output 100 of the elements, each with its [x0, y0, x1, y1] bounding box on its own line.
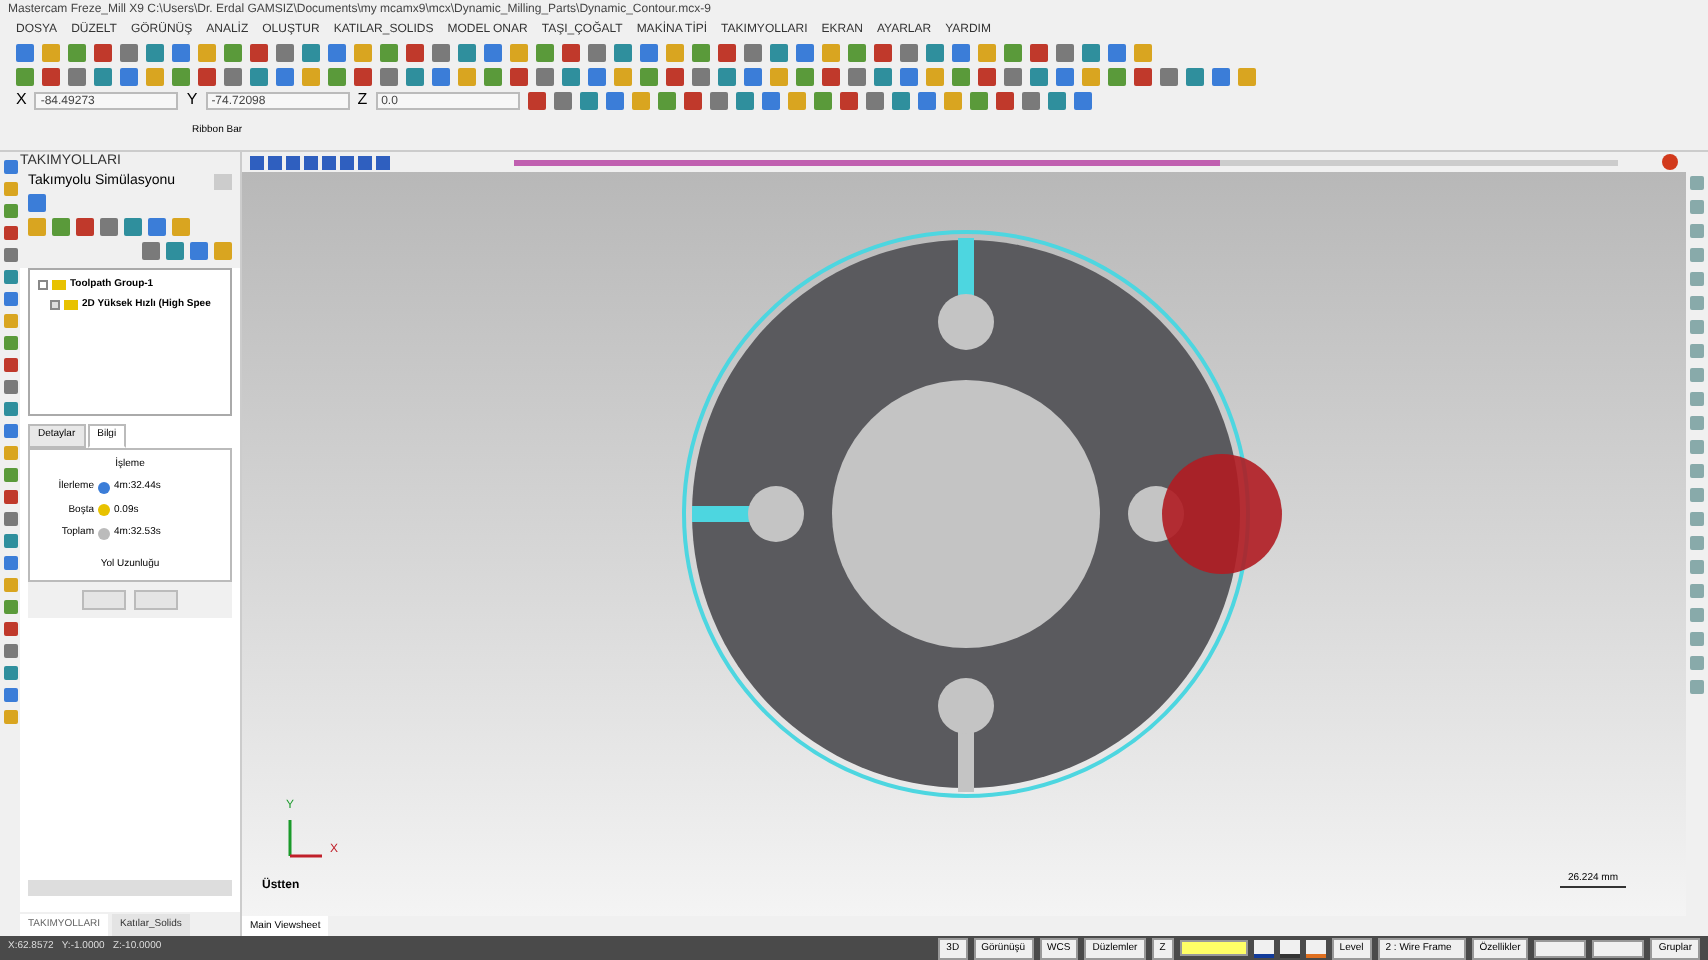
playback-track[interactable]	[514, 159, 1618, 165]
toolbar-square-icon[interactable]	[718, 43, 736, 61]
toolbar-square-icon[interactable]	[744, 67, 762, 85]
toolbar-square-icon[interactable]	[839, 91, 858, 109]
expand-toggle[interactable]	[38, 280, 48, 291]
toolbar-square-icon[interactable]	[146, 67, 164, 85]
toolbar-square-icon[interactable]	[1056, 43, 1074, 61]
point-style-icon[interactable]	[1253, 939, 1274, 957]
toolbar-square-icon[interactable]	[926, 67, 944, 85]
toolbar-square-icon[interactable]	[328, 67, 346, 85]
toolbar-square-icon[interactable]	[631, 91, 650, 109]
toolbar-square-icon[interactable]	[796, 67, 814, 85]
toolbar-square-icon[interactable]	[120, 67, 138, 85]
toolbar-square-icon[interactable]	[1108, 43, 1126, 61]
toolbar-square-icon[interactable]	[614, 43, 632, 61]
toolbar-square-icon[interactable]	[16, 67, 34, 85]
toolbar-square-icon[interactable]	[68, 67, 86, 85]
fill-style-icon[interactable]	[1305, 939, 1326, 957]
toolbar-square-icon[interactable]	[328, 43, 346, 61]
toolbar-square-icon[interactable]	[952, 67, 970, 85]
toolbar-square-icon[interactable]	[1073, 91, 1092, 109]
toolbar-square-icon[interactable]	[562, 43, 580, 61]
toolbar-square-icon[interactable]	[510, 67, 528, 85]
toolbar-square-icon[interactable]	[744, 43, 762, 61]
toolbar-square-icon[interactable]	[813, 91, 832, 109]
toolbar-square-icon[interactable]	[1030, 67, 1048, 85]
toolbar-square-icon[interactable]	[926, 43, 944, 61]
toolbar-square-icon[interactable]	[735, 91, 754, 109]
toolbar-square-icon[interactable]	[120, 43, 138, 61]
toolbar-square-icon[interactable]	[553, 91, 572, 109]
stop-icon[interactable]	[1662, 154, 1678, 170]
toolbar-square-icon[interactable]	[1030, 43, 1048, 61]
toolbar-square-icon[interactable]	[692, 67, 710, 85]
toolbar-square-icon[interactable]	[666, 67, 684, 85]
toolbar-square-icon[interactable]	[458, 67, 476, 85]
toolbar-square-icon[interactable]	[1082, 67, 1100, 85]
toolbar-square-icon[interactable]	[380, 67, 398, 85]
toolbar-square-icon[interactable]	[250, 67, 268, 85]
toolbar-square-icon[interactable]	[865, 91, 884, 109]
toolbar-square-icon[interactable]	[406, 43, 424, 61]
expand-toggle[interactable]	[50, 299, 60, 310]
line-type-dropdown[interactable]	[1592, 939, 1645, 957]
color-field[interactable]	[1179, 940, 1248, 956]
toolbar-square-icon[interactable]	[432, 67, 450, 85]
toolbar-square-icon[interactable]	[995, 91, 1014, 109]
toolbar-square-icon[interactable]	[579, 91, 598, 109]
toolbar-square-icon[interactable]	[198, 43, 216, 61]
toolbar-square-icon[interactable]	[822, 67, 840, 85]
toolbar-square-icon[interactable]	[1212, 67, 1230, 85]
toolbar-square-icon[interactable]	[432, 43, 450, 61]
toolbar-square-icon[interactable]	[874, 67, 892, 85]
toolbar-square-icon[interactable]	[172, 43, 190, 61]
toolbar-square-icon[interactable]	[943, 91, 962, 109]
toolbar-square-icon[interactable]	[692, 43, 710, 61]
toolbar-square-icon[interactable]	[891, 91, 910, 109]
toolbar-square-icon[interactable]	[42, 67, 60, 85]
toolbar-square-icon[interactable]	[562, 67, 580, 85]
toolbar-square-icon[interactable]	[172, 67, 190, 85]
toolbar-square-icon[interactable]	[605, 91, 624, 109]
toolbar-square-icon[interactable]	[380, 43, 398, 61]
line-width-dropdown[interactable]	[1534, 939, 1587, 957]
toolbar-square-icon[interactable]	[484, 67, 502, 85]
toolbar-square-icon[interactable]	[848, 43, 866, 61]
toolbar-square-icon[interactable]	[978, 43, 996, 61]
toolbar-square-icon[interactable]	[1108, 67, 1126, 85]
toolbar-square-icon[interactable]	[1056, 67, 1074, 85]
toolbar-square-icon[interactable]	[1021, 91, 1040, 109]
toolbar-square-icon[interactable]	[917, 91, 936, 109]
toolbar-square-icon[interactable]	[276, 67, 294, 85]
toolbar-square-icon[interactable]	[94, 67, 112, 85]
toolbar-square-icon[interactable]	[1238, 67, 1256, 85]
toolbar-square-icon[interactable]	[1186, 67, 1204, 85]
toolbar-square-icon[interactable]	[874, 43, 892, 61]
toolbar-square-icon[interactable]	[536, 43, 554, 61]
toolbar-square-icon[interactable]	[302, 67, 320, 85]
line-style-icon[interactable]	[1279, 939, 1300, 957]
toolbar-square-icon[interactable]	[969, 91, 988, 109]
toolbar-square-icon[interactable]	[952, 43, 970, 61]
toolbar-square-icon[interactable]	[718, 67, 736, 85]
toolbar-square-icon[interactable]	[588, 67, 606, 85]
toolbar-square-icon[interactable]	[770, 43, 788, 61]
toolbar-square-icon[interactable]	[614, 67, 632, 85]
toolbar-square-icon[interactable]	[536, 67, 554, 85]
toolbar-square-icon[interactable]	[822, 43, 840, 61]
toolbar-square-icon[interactable]	[354, 43, 372, 61]
horizontal-scrollbar[interactable]	[28, 879, 232, 895]
toolbar-square-icon[interactable]	[761, 91, 780, 109]
toolbar-square-icon[interactable]	[848, 67, 866, 85]
toolbar-square-icon[interactable]	[302, 43, 320, 61]
toolbar-square-icon[interactable]	[1160, 67, 1178, 85]
toolbar-square-icon[interactable]	[42, 43, 60, 61]
toolbar-square-icon[interactable]	[510, 43, 528, 61]
toolbar-square-icon[interactable]	[406, 67, 424, 85]
toolbar-square-icon[interactable]	[787, 91, 806, 109]
toolbar-square-icon[interactable]	[527, 91, 546, 109]
toolbar-square-icon[interactable]	[588, 43, 606, 61]
toolbar-square-icon[interactable]	[640, 43, 658, 61]
toolbar-square-icon[interactable]	[484, 43, 502, 61]
toolbar-square-icon[interactable]	[94, 43, 112, 61]
toolbar-square-icon[interactable]	[1082, 43, 1100, 61]
